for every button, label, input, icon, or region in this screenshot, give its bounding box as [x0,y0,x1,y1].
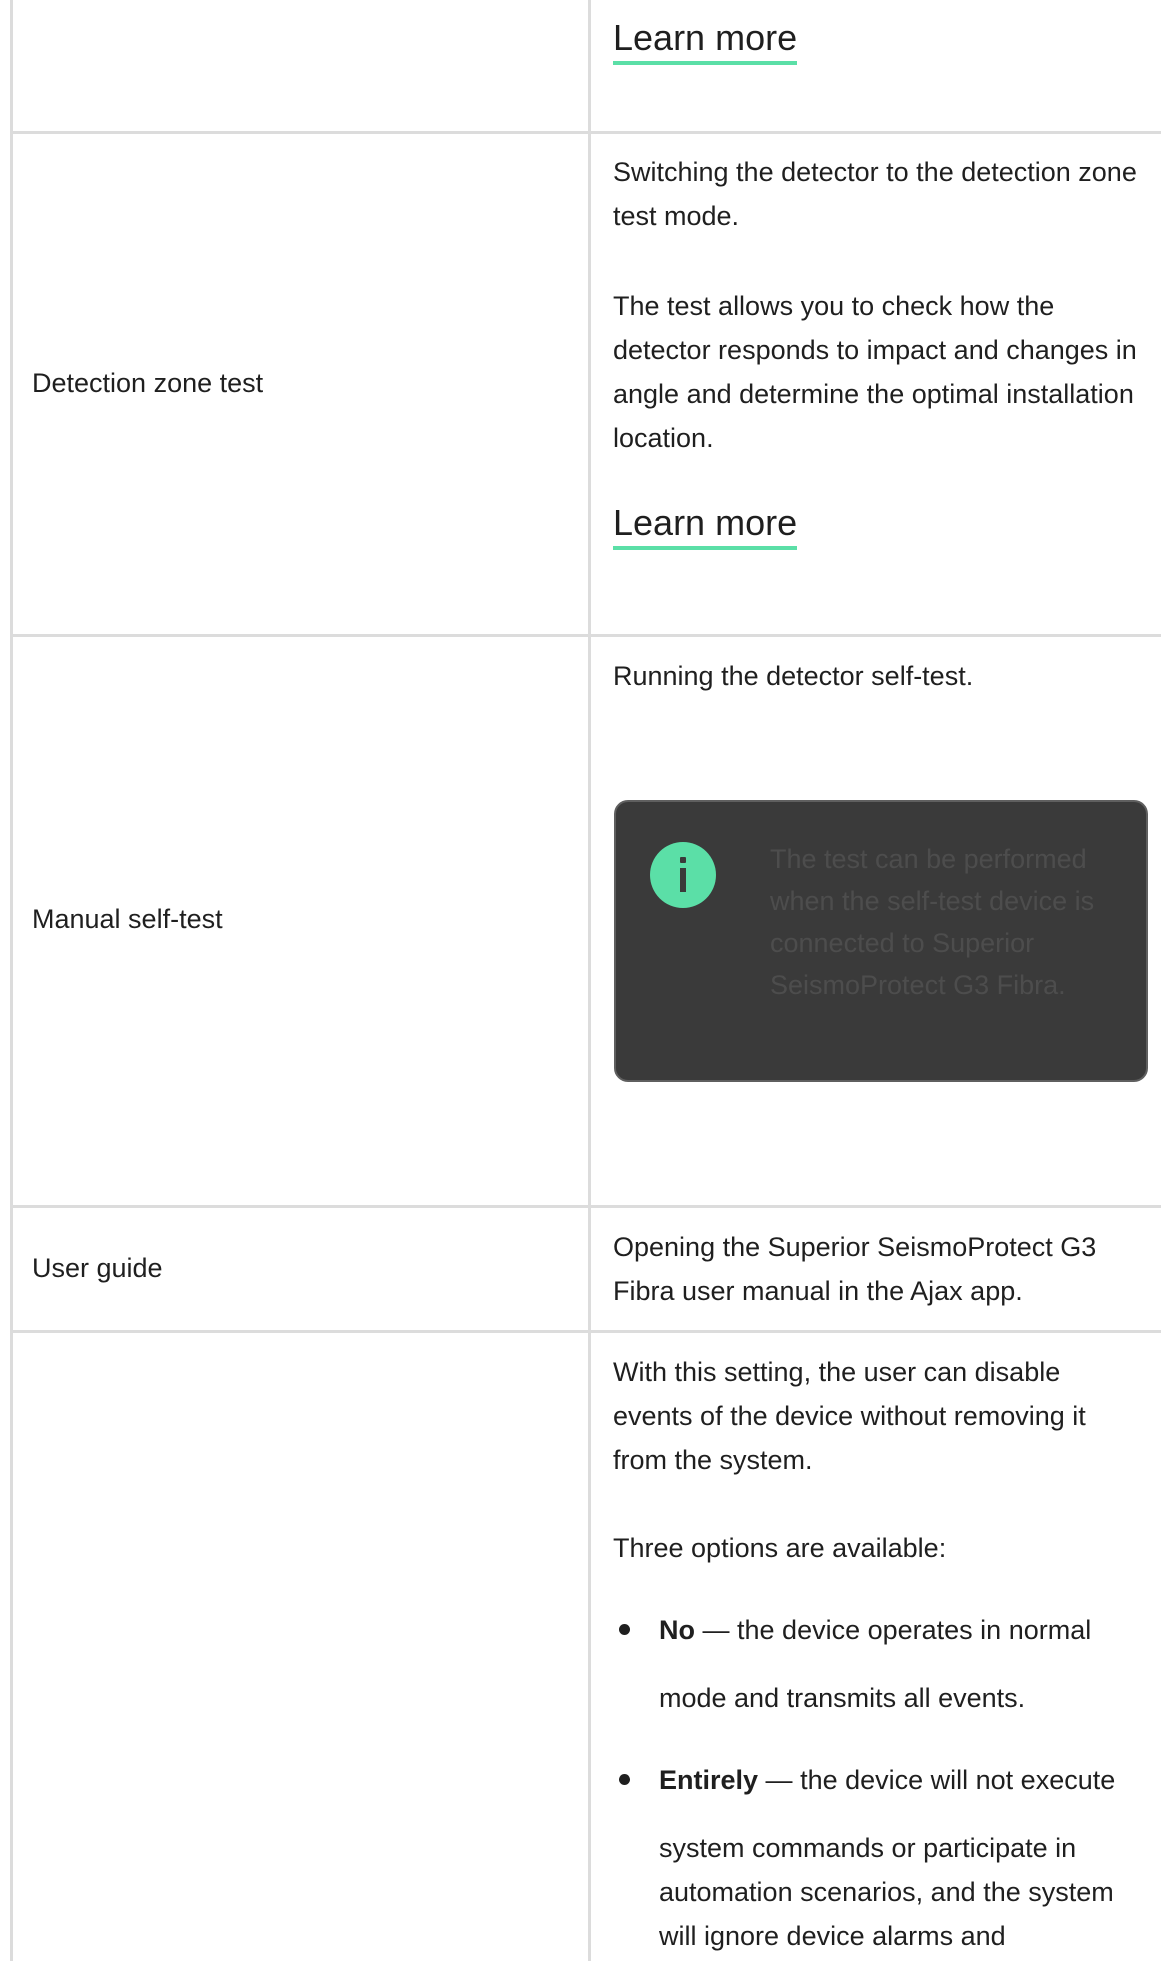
learn-more-wrap: Learn more [613,500,1143,550]
option-separator: — [695,1615,738,1645]
row-divider [10,131,1161,134]
description-paragraph: The test allows you to check how the det… [613,291,1137,453]
settings-table: Learn more Detection zone test Switching… [0,0,1161,1961]
option-separator: — [758,1765,801,1795]
option-text: system commands or participate in automa… [659,1833,1114,1951]
description-paragraph: Switching the detector to the detection … [613,157,1137,231]
table-column-divider [588,0,591,1961]
row-description-user-guide: Opening the Superior SeismoProtect G3 Fi… [613,1225,1143,1313]
row-label-detection-zone-test: Detection zone test [32,368,264,398]
learn-more-link[interactable]: Learn more [613,15,798,65]
learn-more-link[interactable]: Learn more [613,500,798,550]
options-list: No — the device operates in normal mode … [613,1608,1143,1958]
option-text: mode and transmits all events. [659,1683,1026,1713]
option-name: No [659,1615,695,1645]
row-description-event-disabling: With this setting, the user can disable … [613,1350,1143,1958]
description-paragraph: Running the detector self-test. [613,661,974,691]
description-paragraph: Opening the Superior SeismoProtect G3 Fi… [613,1232,1097,1306]
row-divider [10,634,1161,637]
list-item: No — the device operates in normal mode … [613,1608,1143,1720]
option-text: the device will not execute [800,1765,1116,1795]
info-callout: The test can be performed when the self-… [614,800,1148,1082]
description-paragraph: Three options are available: [613,1533,947,1563]
table-row: Learn more [613,15,1143,65]
info-icon [650,842,716,908]
row-label-user-guide: User guide [32,1253,163,1283]
row-description-manual-self-test: Running the detector self-test. [613,654,1143,698]
list-item: Entirely — the device will not execute s… [613,1758,1143,1958]
info-callout-text: The test can be performed when the self-… [770,844,1095,1000]
option-name: Entirely [659,1765,759,1795]
row-divider [10,1205,1161,1208]
option-text: the device operates in normal [737,1615,1092,1645]
bullet [619,1624,630,1635]
description-paragraph: With this setting, the user can disable … [613,1357,1086,1475]
bullet [619,1774,630,1785]
table-left-border [10,0,13,1961]
row-label-manual-self-test: Manual self-test [32,904,223,934]
row-divider [10,1330,1161,1333]
row-description-detection-zone-test: Switching the detector to the detection … [613,150,1143,550]
